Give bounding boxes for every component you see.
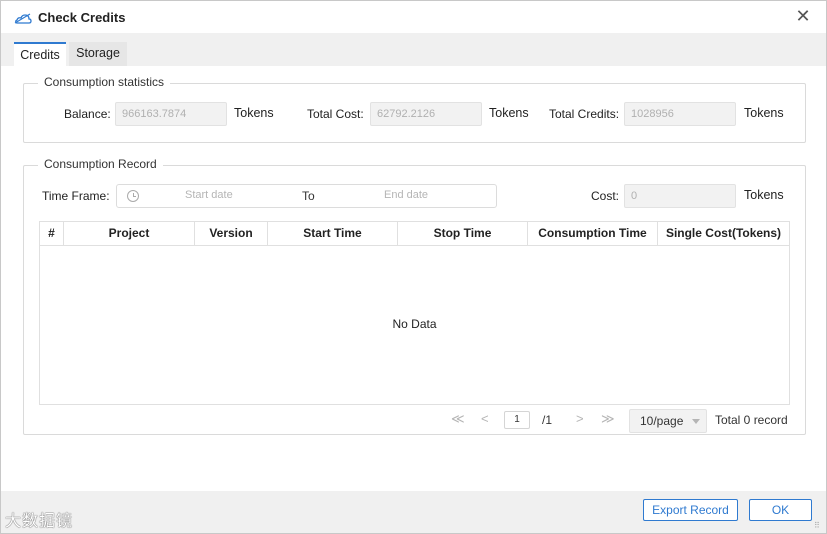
tab-credits[interactable]: Credits [14, 42, 66, 66]
cost-field: 0 [624, 184, 736, 208]
total-credits-unit: Tokens [744, 106, 784, 120]
tab-storage[interactable]: Storage [69, 42, 127, 66]
page-size-value: 10/page [640, 414, 684, 428]
cloud-icon [14, 11, 32, 25]
total-cost-unit: Tokens [489, 106, 529, 120]
cost-label: Cost: [591, 189, 620, 203]
clock-icon [127, 190, 139, 202]
total-cost-field: 62792.2126 [370, 102, 482, 126]
balance-field: 966163.7874 [115, 102, 227, 126]
page-total: /1 [542, 413, 553, 427]
time-frame-label: Time Frame: [42, 189, 110, 203]
prev-page-button[interactable]: < [481, 411, 489, 426]
table-header: # Project Version Start Time Stop Time C… [40, 222, 789, 246]
end-date-input[interactable]: End date [384, 189, 428, 201]
title-bar: Check Credits ✕ [1, 1, 826, 33]
resize-grip-icon[interactable]: ⠿ [814, 521, 822, 530]
column-header-project[interactable]: Project [64, 222, 195, 245]
balance-label: Balance: [64, 107, 111, 121]
column-header-start-time[interactable]: Start Time [268, 222, 398, 245]
start-date-input[interactable]: Start date [185, 189, 233, 201]
column-header-consumption-time[interactable]: Consumption Time [528, 222, 658, 245]
page-size-select[interactable]: 10/page [629, 409, 707, 433]
cost-unit: Tokens [744, 188, 784, 202]
consumption-table: # Project Version Start Time Stop Time C… [39, 221, 790, 405]
consumption-record-legend: Consumption Record [38, 157, 163, 171]
date-range-separator: To [302, 189, 315, 203]
chevron-down-icon [692, 419, 700, 424]
check-credits-dialog: Check Credits ✕ Credits Storage Consumpt… [0, 0, 827, 534]
column-header-stop-time[interactable]: Stop Time [398, 222, 528, 245]
column-header-version[interactable]: Version [195, 222, 268, 245]
tab-bar: Credits Storage [1, 33, 826, 66]
dialog-title: Check Credits [38, 10, 126, 25]
last-page-button[interactable]: ≫ [601, 411, 615, 427]
page-number-input[interactable]: 1 [504, 411, 530, 429]
export-record-button[interactable]: Export Record [643, 499, 738, 521]
total-cost-label: Total Cost: [307, 107, 364, 121]
total-credits-label: Total Credits: [549, 107, 620, 121]
ok-button[interactable]: OK [749, 499, 812, 521]
first-page-button[interactable]: ≪ [451, 411, 465, 427]
empty-state-text: No Data [392, 317, 437, 331]
total-records: Total 0 record [715, 413, 788, 427]
watermark: 大数据镜 [5, 513, 74, 530]
close-icon[interactable]: ✕ [794, 7, 812, 25]
column-header-single-cost[interactable]: Single Cost(Tokens) [658, 222, 789, 245]
next-page-button[interactable]: > [576, 411, 584, 426]
date-range-picker[interactable]: Start date To End date [116, 184, 497, 208]
total-credits-field: 1028956 [624, 102, 736, 126]
balance-unit: Tokens [234, 106, 274, 120]
column-header-index[interactable]: # [40, 222, 64, 245]
consumption-statistics-legend: Consumption statistics [38, 75, 171, 89]
